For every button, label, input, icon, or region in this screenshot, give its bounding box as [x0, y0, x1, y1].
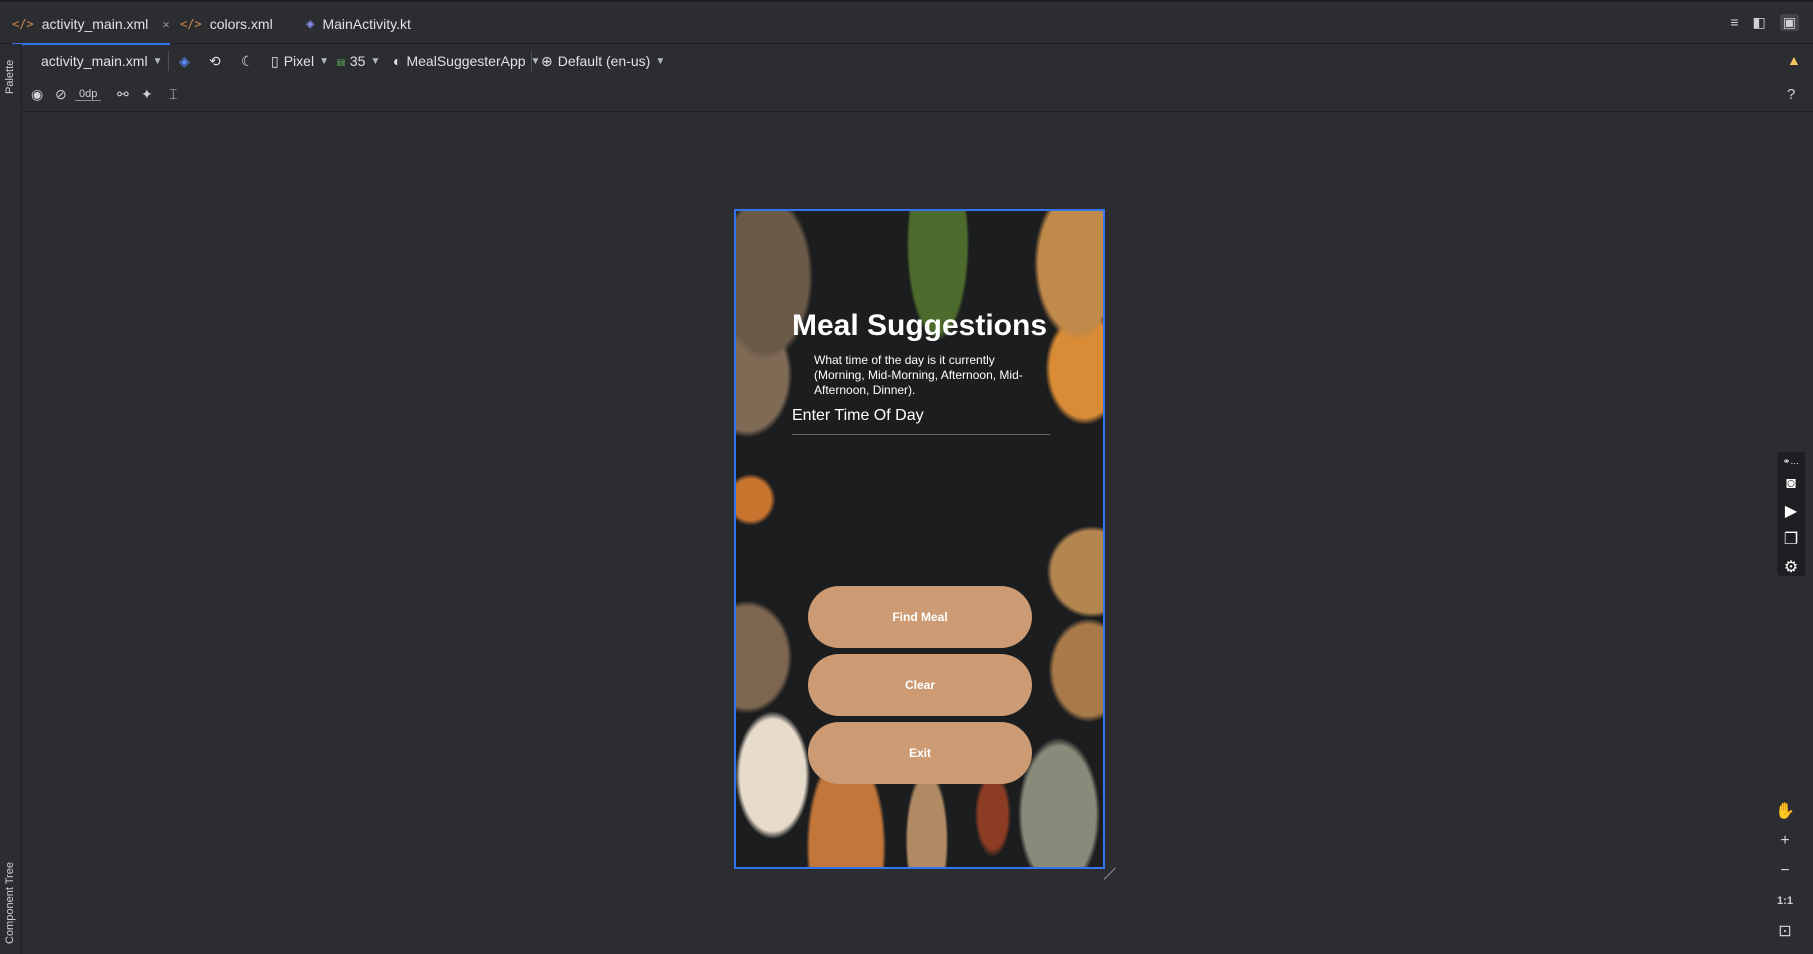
- zoom-out-icon[interactable]: −: [1772, 860, 1798, 882]
- chevron-down-icon: ▼: [152, 55, 163, 67]
- more-options-icon[interactable]: ⚭…: [1783, 456, 1800, 467]
- find-meal-button[interactable]: Find Meal: [808, 586, 1032, 648]
- xml-file-icon: </>: [180, 17, 202, 31]
- device-tools-panel: ⚭… ◙ ▶ ❐ ⚙: [1777, 452, 1805, 576]
- camera-icon[interactable]: ◙: [1786, 475, 1796, 493]
- exit-button[interactable]: Exit: [808, 722, 1032, 784]
- window-icon[interactable]: ❐: [1784, 529, 1798, 549]
- api-selector[interactable]: ⩎ 35 ▼: [337, 53, 380, 70]
- theme-icon: ◐: [393, 53, 402, 69]
- divider: [531, 51, 532, 71]
- code-view-icon[interactable]: ≡: [1730, 14, 1738, 31]
- api-label: 35: [349, 53, 366, 69]
- locale-selector[interactable]: ⊕ Default (en-us) ▼: [541, 53, 665, 70]
- zoom-fit-icon[interactable]: ⊡: [1772, 920, 1798, 942]
- device-label: Pixel: [283, 53, 315, 69]
- time-of-day-input[interactable]: Enter Time Of Day: [792, 403, 1050, 435]
- gear-icon[interactable]: ⚙: [1784, 557, 1798, 577]
- tab-colors[interactable]: </> colors.xml: [180, 4, 273, 44]
- locale-label: Default (en-us): [557, 53, 651, 69]
- android-icon: ⩎: [337, 52, 345, 69]
- default-margin-selector[interactable]: 0dp: [75, 88, 102, 101]
- component-tree-panel-button[interactable]: Component Tree: [4, 862, 16, 944]
- zoom-in-icon[interactable]: +: [1772, 830, 1798, 852]
- editor-tab-bar: </> activity_main.xml × </> colors.xml ◈…: [0, 0, 1813, 46]
- help-icon[interactable]: ?: [1787, 86, 1795, 103]
- design-surface-icon[interactable]: ◈: [179, 53, 190, 70]
- tab-activity-main[interactable]: </> activity_main.xml ×: [12, 4, 170, 46]
- page-title: Meal Suggestions: [791, 309, 1048, 342]
- warning-icon[interactable]: ▲: [1787, 52, 1801, 68]
- orientation-icon[interactable]: ⟲: [209, 53, 221, 70]
- view-mode-switcher: ≡ ◧ ▣: [1730, 14, 1799, 31]
- clear-constraints-icon[interactable]: ⚯: [117, 86, 129, 103]
- zoom-reset-button[interactable]: 1:1: [1772, 890, 1798, 912]
- design-view-icon[interactable]: ▣: [1779, 14, 1799, 31]
- zoom-controls: ✋ + − 1:1 ⊡: [1770, 800, 1800, 942]
- chevron-down-icon: ▼: [319, 55, 329, 67]
- guidelines-icon[interactable]: ⌶: [169, 86, 177, 103]
- margin-label: 0dp: [79, 88, 98, 100]
- theme-selector[interactable]: ◐ MealSuggesterApp ▼: [393, 53, 540, 69]
- description-text: What time of the day is it currently (Mo…: [814, 353, 1023, 397]
- xml-file-icon: </>: [12, 17, 34, 31]
- video-icon[interactable]: ▶: [1785, 501, 1797, 521]
- autoconnect-icon[interactable]: ⊘: [55, 86, 67, 103]
- left-tool-strip: Palette Component Tree: [0, 44, 22, 954]
- chevron-down-icon: ▼: [530, 55, 541, 67]
- theme-label: MealSuggesterApp: [406, 53, 526, 69]
- tab-label: activity_main.xml: [41, 16, 149, 32]
- view-options-icon[interactable]: ◉: [31, 86, 43, 103]
- chevron-down-icon: ▼: [655, 55, 666, 67]
- chevron-down-icon: ▼: [370, 55, 381, 67]
- tab-label: MainActivity.kt: [322, 16, 411, 32]
- clear-button[interactable]: Clear: [808, 654, 1032, 716]
- night-mode-icon[interactable]: ☾: [241, 53, 254, 70]
- tab-label: colors.xml: [209, 16, 273, 32]
- split-view-icon[interactable]: ◧: [1753, 14, 1766, 31]
- file-selector[interactable]: activity_main.xml ▼: [41, 53, 163, 69]
- kotlin-file-icon: ◈: [306, 16, 315, 32]
- palette-panel-button[interactable]: Palette: [4, 60, 16, 94]
- close-tab-icon[interactable]: ×: [162, 17, 170, 32]
- pan-hand-icon[interactable]: ✋: [1772, 800, 1798, 822]
- phone-preview[interactable]: Meal Suggestions What time of the day is…: [734, 209, 1105, 869]
- file-selector-label: activity_main.xml: [41, 53, 148, 69]
- tab-main-activity[interactable]: ◈ MainActivity.kt: [306, 4, 411, 44]
- layout-tools-toolbar: ◉ ⊘ 0dp ⚯ ✦ ⌶: [23, 78, 1813, 112]
- infer-constraints-icon[interactable]: ✦: [141, 86, 153, 103]
- globe-icon: ⊕: [541, 52, 553, 69]
- design-toolbar: activity_main.xml ▼ ◈ ⟲ ☾ ▯ Pixel ▼ ⩎ 35…: [23, 45, 1813, 77]
- divider: [168, 51, 169, 71]
- phone-icon: ▯: [271, 52, 279, 69]
- device-selector[interactable]: ▯ Pixel ▼: [271, 53, 329, 70]
